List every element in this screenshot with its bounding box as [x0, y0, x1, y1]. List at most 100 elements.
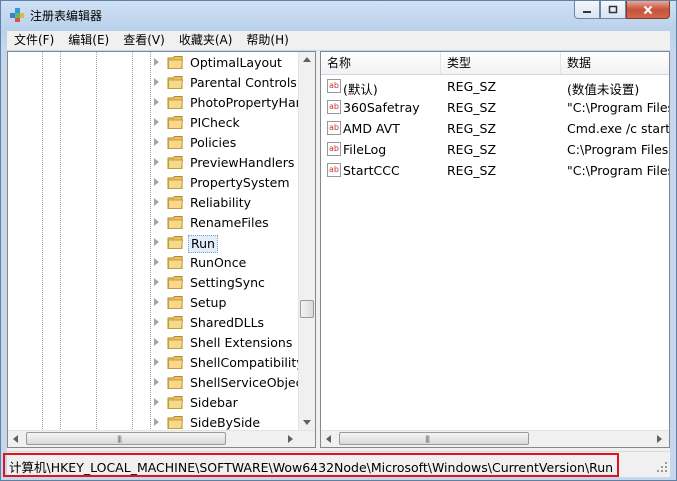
menu-help[interactable]: 帮助(H) — [239, 31, 295, 50]
column-data-header[interactable]: 数据 — [561, 52, 669, 74]
value-type: REG_SZ — [447, 163, 497, 178]
tree-vertical-scrollbar[interactable] — [298, 52, 315, 432]
tree-item[interactable]: SharedDLLs — [8, 313, 308, 333]
tree-item[interactable]: PreviewHandlers — [8, 153, 308, 173]
value-data: "C:\Program Files — [567, 163, 670, 178]
maximize-button[interactable] — [600, 1, 626, 19]
tree-horizontal-scrollbar[interactable]: ||| — [8, 430, 315, 447]
tree-item-label: Sidebar — [190, 395, 238, 410]
tree-item[interactable]: SettingSync — [8, 273, 308, 293]
expand-arrow-icon[interactable] — [154, 178, 159, 186]
tree-item[interactable]: RunOnce — [8, 253, 308, 273]
folder-icon — [167, 376, 184, 389]
tree-item-label: Parental Controls — [190, 75, 297, 90]
scroll-up-icon[interactable] — [303, 57, 311, 62]
scroll-right-icon[interactable] — [288, 435, 293, 443]
tree-item-label: SettingSync — [190, 275, 265, 290]
expand-arrow-icon[interactable] — [154, 338, 159, 346]
tree-hscroll-thumb[interactable]: ||| — [26, 432, 226, 445]
expand-arrow-icon[interactable] — [154, 98, 159, 106]
tree-item[interactable]: Run — [8, 233, 308, 253]
column-type-header[interactable]: 类型 — [441, 52, 561, 74]
folder-icon — [167, 216, 184, 229]
tree-item[interactable]: PhotoPropertyHand — [8, 93, 311, 113]
folder-icon — [167, 336, 184, 349]
expand-arrow-icon[interactable] — [154, 198, 159, 206]
minimize-icon — [583, 10, 591, 13]
caption-buttons — [574, 1, 670, 21]
close-icon — [643, 5, 653, 14]
string-value-icon: ab — [327, 121, 341, 135]
expand-arrow-icon[interactable] — [154, 358, 159, 366]
folder-icon — [167, 316, 184, 329]
path-highlight-box — [3, 453, 619, 477]
list-item[interactable]: ab (默认) REG_SZ (数值未设置) — [321, 76, 669, 97]
tree-item[interactable]: Parental Controls — [8, 73, 308, 93]
expand-arrow-icon[interactable] — [154, 418, 159, 426]
tree-item[interactable]: Setup — [8, 293, 308, 313]
scroll-left-icon[interactable] — [13, 435, 18, 443]
expand-arrow-icon[interactable] — [154, 258, 159, 266]
value-type: REG_SZ — [447, 100, 497, 115]
values-list-pane[interactable]: 名称 类型 数据 ab (默认) REG_SZ (数值未设置) ab 360Safetra… — [320, 51, 670, 448]
expand-arrow-icon[interactable] — [154, 238, 159, 246]
folder-icon — [167, 276, 184, 289]
tree-item[interactable]: Shell Extensions — [8, 333, 308, 353]
expand-arrow-icon[interactable] — [154, 158, 159, 166]
scroll-left-icon[interactable] — [326, 435, 331, 443]
expand-arrow-icon[interactable] — [154, 78, 159, 86]
tree-item[interactable]: Policies — [8, 133, 308, 153]
tree-item[interactable]: ShellServiceObjectD — [8, 373, 315, 393]
expand-arrow-icon[interactable] — [154, 318, 159, 326]
folder-icon — [167, 356, 184, 369]
client-area: OptimalLayout Parental Controls PhotoPrope… — [3, 51, 670, 477]
value-name: StartCCC — [343, 163, 400, 178]
menu-edit[interactable]: 编辑(E) — [61, 31, 116, 50]
list-item[interactable]: ab 360Safetray REG_SZ "C:\Program Files — [321, 97, 669, 118]
tree-item[interactable]: PropertySystem — [8, 173, 308, 193]
minimize-button[interactable] — [574, 1, 600, 19]
expand-arrow-icon[interactable] — [154, 118, 159, 126]
tree-item[interactable]: PICheck — [8, 113, 308, 133]
list-item[interactable]: ab FileLog REG_SZ C:\Program Files — [321, 139, 669, 160]
expand-arrow-icon[interactable] — [154, 218, 159, 226]
string-value-icon: ab — [327, 142, 341, 156]
folder-icon — [167, 156, 184, 169]
list-item[interactable]: ab AMD AVT REG_SZ Cmd.exe /c start — [321, 118, 669, 139]
tree-scroll-thumb[interactable] — [300, 300, 314, 318]
value-type: REG_SZ — [447, 79, 497, 94]
tree-item[interactable]: ShellCompatibility — [8, 353, 308, 373]
menu-view[interactable]: 查看(V) — [116, 31, 172, 50]
column-name-header[interactable]: 名称 — [321, 52, 441, 74]
tree-item[interactable]: RenameFiles — [8, 213, 308, 233]
scroll-down-icon[interactable] — [303, 420, 311, 425]
list-horizontal-scrollbar[interactable]: ||| — [321, 430, 669, 447]
resize-grip-icon[interactable] — [656, 461, 668, 473]
scroll-right-icon[interactable] — [657, 435, 662, 443]
value-data: "C:\Program Files — [567, 100, 670, 115]
menu-favorites[interactable]: 收藏夹(A) — [172, 31, 240, 50]
tree-item[interactable]: OptimalLayout — [8, 53, 308, 73]
expand-arrow-icon[interactable] — [154, 278, 159, 286]
menu-file[interactable]: 文件(F) — [7, 31, 61, 50]
tree-item[interactable]: Reliability — [8, 193, 308, 213]
expand-arrow-icon[interactable] — [154, 298, 159, 306]
tree-item-label: Policies — [190, 135, 237, 150]
registry-tree-pane[interactable]: OptimalLayout Parental Controls PhotoPrope… — [7, 51, 316, 448]
close-button[interactable] — [626, 1, 670, 19]
title-bar[interactable]: 注册表编辑器 — [1, 1, 676, 29]
tree-item-label: OptimalLayout — [190, 55, 282, 70]
expand-arrow-icon[interactable] — [154, 58, 159, 66]
folder-icon — [167, 96, 184, 109]
tree-item-label: ShellCompatibility — [190, 355, 304, 370]
tree-item-label: RenameFiles — [190, 215, 269, 230]
tree-item-label: SharedDLLs — [190, 315, 265, 330]
expand-arrow-icon[interactable] — [154, 378, 159, 386]
list-hscroll-thumb[interactable]: ||| — [339, 432, 529, 445]
folder-icon — [167, 56, 184, 69]
expand-arrow-icon[interactable] — [154, 398, 159, 406]
window-title: 注册表编辑器 — [30, 9, 103, 23]
expand-arrow-icon[interactable] — [154, 138, 159, 146]
list-item[interactable]: ab StartCCC REG_SZ "C:\Program Files — [321, 160, 669, 181]
tree-item[interactable]: Sidebar — [8, 393, 308, 413]
